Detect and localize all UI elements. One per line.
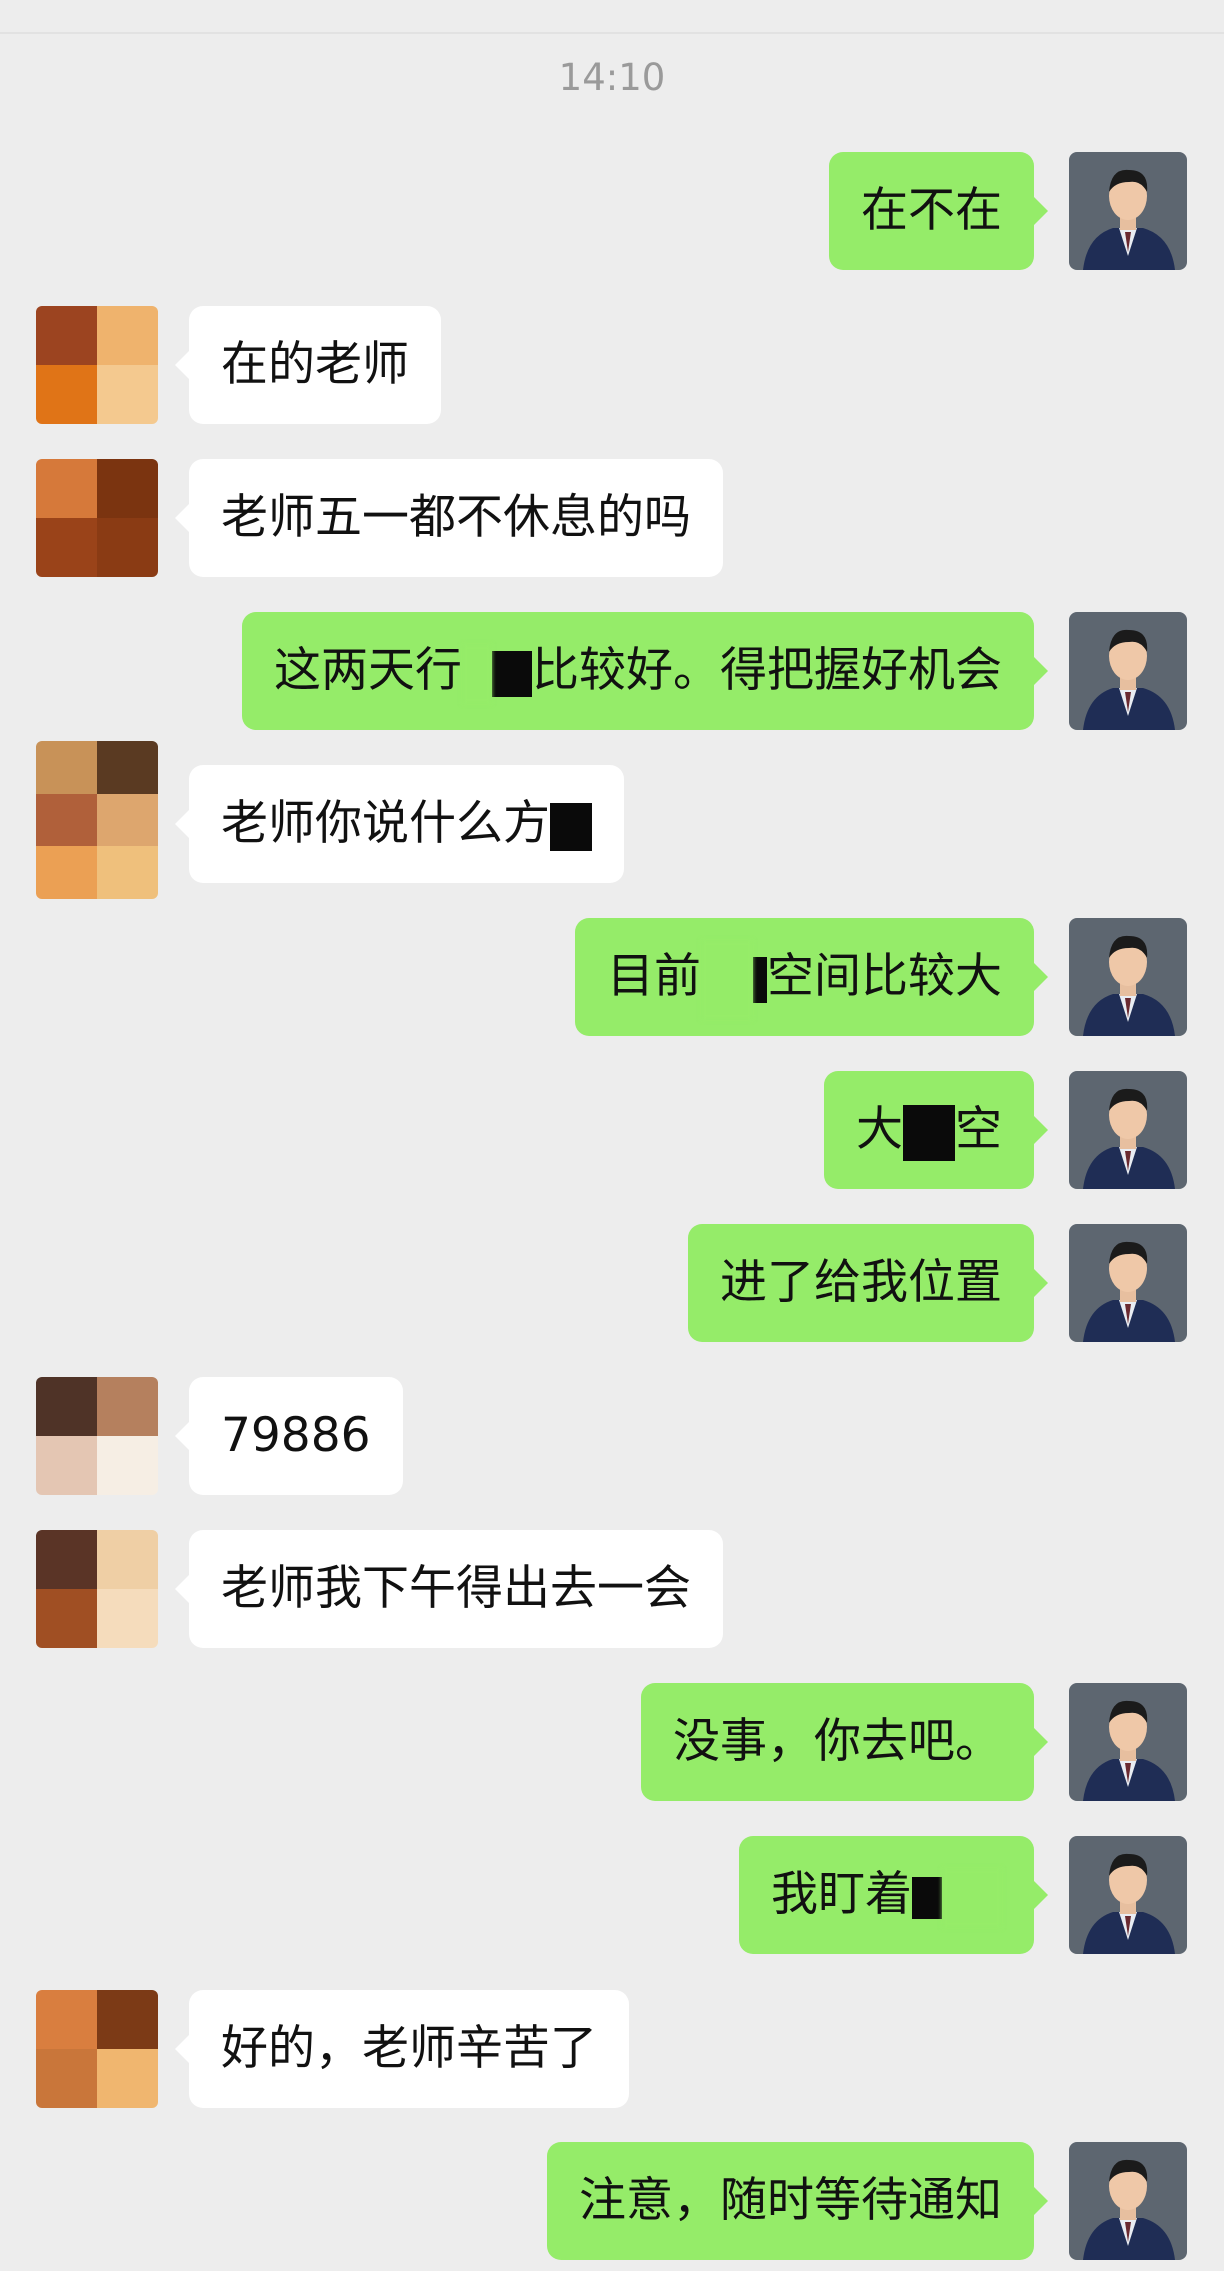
man-in-suit-avatar-icon [1069, 1683, 1187, 1801]
message-text-part: 空间比较大 [767, 949, 1002, 1004]
man-in-suit-avatar-icon [1069, 612, 1187, 730]
redaction-blur [942, 1867, 1002, 1928]
received-message-bubble[interactable]: 在的老师 [175, 306, 441, 424]
sent-message-bubble[interactable]: 注意，随时等待通知 [547, 2142, 1048, 2260]
contact-avatar[interactable] [36, 1530, 158, 1648]
received-message-bubble[interactable]: 79886 [175, 1377, 403, 1495]
received-message-bubble[interactable]: 老师五一都不休息的吗 [175, 459, 723, 577]
message-text-part: 目前 [607, 949, 701, 1004]
received-message-bubble[interactable]: 老师我下午得出去一会 [175, 1530, 723, 1648]
sent-message-bubble[interactable]: 没事，你去吧。 [641, 1683, 1048, 1801]
self-avatar[interactable] [1069, 1224, 1187, 1342]
received-message-bubble[interactable]: 好的，老师辛苦了 [175, 1990, 629, 2108]
self-avatar[interactable] [1069, 918, 1187, 1036]
self-avatar[interactable] [1069, 152, 1187, 270]
man-in-suit-avatar-icon [1069, 152, 1187, 270]
sent-message-bubble[interactable]: 我盯着 [739, 1836, 1048, 1954]
contact-avatar[interactable] [36, 306, 158, 424]
message-text-part: 我盯着 [771, 1867, 912, 1922]
message-text-part: 空 [955, 1102, 1002, 1157]
redaction-block [753, 956, 767, 1003]
man-in-suit-avatar-icon [1069, 1224, 1187, 1342]
sent-message-bubble[interactable]: 在不在 [829, 152, 1048, 270]
redaction-block [903, 1104, 955, 1161]
message-text-part: 比较好。得把握好机会 [532, 643, 1002, 698]
sent-message-bubble[interactable]: 进了给我位置 [688, 1224, 1048, 1342]
self-avatar[interactable] [1069, 1071, 1187, 1189]
top-divider [0, 32, 1224, 34]
sent-message-bubble[interactable]: 这两天行 比较好。得把握好机会 [242, 612, 1048, 730]
man-in-suit-avatar-icon [1069, 1836, 1187, 1954]
self-avatar[interactable] [1069, 2142, 1187, 2260]
redaction-block [912, 1876, 942, 1919]
self-avatar[interactable] [1069, 612, 1187, 730]
redaction-block [492, 650, 532, 697]
message-text-part: 大 [856, 1102, 903, 1157]
sent-message-bubble[interactable]: 大空 [824, 1071, 1048, 1189]
contact-avatar[interactable] [36, 459, 158, 577]
pixelated-avatar-icon [36, 1377, 158, 1495]
message-text-part: 这两天行 [274, 643, 462, 698]
message-text-part: 老师你说什么方 [221, 796, 550, 851]
man-in-suit-avatar-icon [1069, 918, 1187, 1036]
man-in-suit-avatar-icon [1069, 1071, 1187, 1189]
pixelated-avatar-icon [36, 459, 158, 577]
pixelated-avatar-icon [36, 741, 158, 899]
received-message-bubble[interactable]: 老师你说什么方 [175, 765, 624, 883]
sent-message-bubble[interactable]: 目前 空间比较大 [575, 918, 1048, 1036]
contact-avatar[interactable] [36, 1990, 158, 2108]
pixelated-avatar-icon [36, 306, 158, 424]
redaction-blur [462, 643, 492, 704]
contact-avatar[interactable] [36, 741, 158, 899]
man-in-suit-avatar-icon [1069, 2142, 1187, 2260]
pixelated-avatar-icon [36, 1990, 158, 2108]
redaction-block [550, 802, 592, 851]
self-avatar[interactable] [1069, 1683, 1187, 1801]
pixelated-avatar-icon [36, 1530, 158, 1648]
message-timestamp: 14:10 [558, 56, 666, 99]
contact-avatar[interactable] [36, 1377, 158, 1495]
redaction-blur [701, 939, 753, 1020]
self-avatar[interactable] [1069, 1836, 1187, 1954]
